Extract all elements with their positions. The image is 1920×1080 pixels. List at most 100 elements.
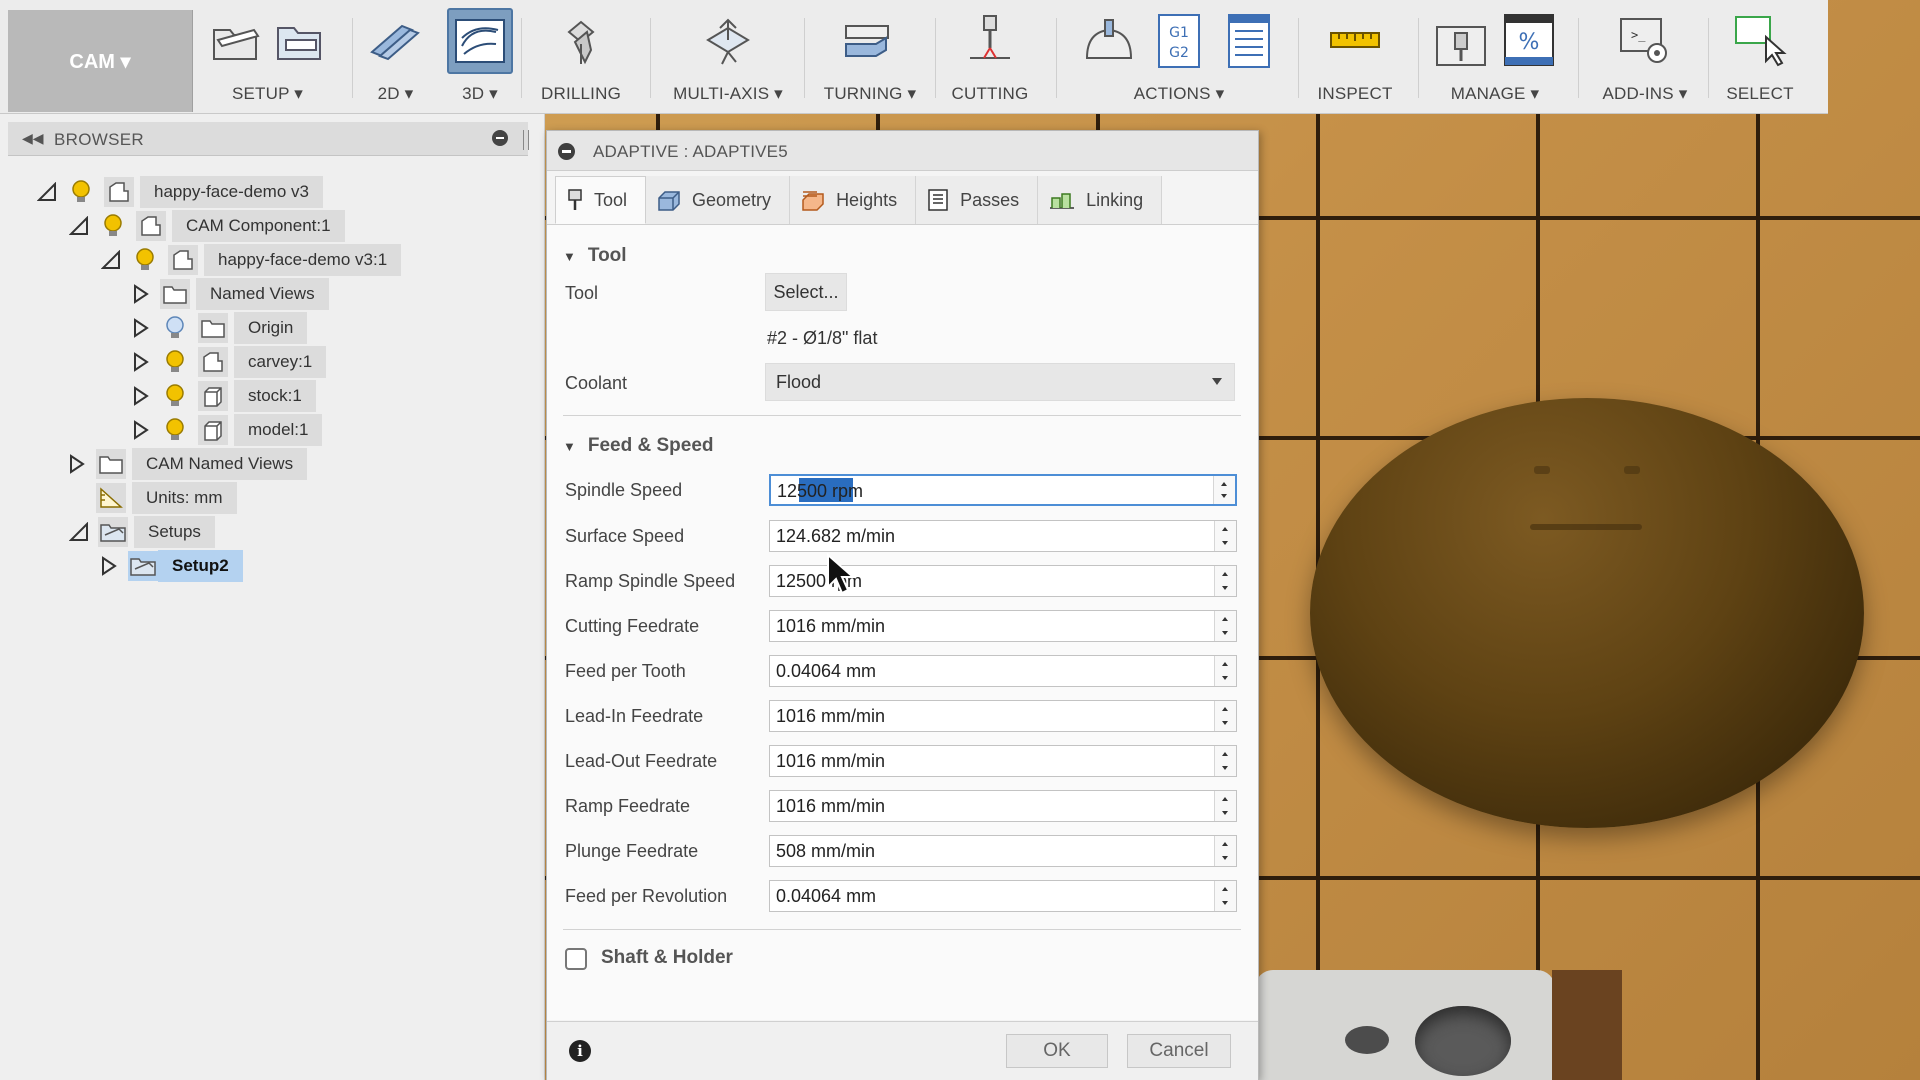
post-library-icon[interactable]: % [1501,13,1557,69]
tree-item-setup2[interactable]: Setup2 [98,549,243,583]
tab-tool[interactable]: Tool [555,176,647,224]
tab-linking[interactable]: Linking [1038,176,1163,224]
tree-collapsed-icon[interactable] [130,317,152,339]
lightbulb-icon[interactable] [160,347,190,377]
inspect-group[interactable]: INSPECT [1310,8,1400,112]
feed-per-tooth-input[interactable]: 0.04064 mm [769,655,1237,687]
ok-button[interactable]: OK [1006,1034,1108,1068]
happy-face-model[interactable] [1310,398,1864,828]
drilling-group[interactable]: DRILLING [532,8,630,112]
turning-icon[interactable] [842,13,898,69]
tree-item-units[interactable]: Units: mm [96,481,237,515]
lead-out-feedrate-input[interactable]: 1016 mm/min [769,745,1237,777]
spinner-arrows-icon[interactable] [1214,521,1236,551]
tab-passes[interactable]: Passes [916,176,1039,224]
tree-expanded-icon[interactable] [100,249,122,271]
dialog-body: ▼ Tool Tool Select... #2 - Ø1/8" flat Co… [547,224,1258,1020]
tool-select-button[interactable]: Select... [765,273,847,311]
cancel-button[interactable]: Cancel [1127,1034,1231,1068]
scripts-addins-icon[interactable]: >_ [1617,13,1673,69]
stock-hole-large [1415,1006,1511,1076]
tree-collapsed-icon[interactable] [98,555,120,577]
simulate-icon[interactable] [1081,13,1137,69]
tab-geometry[interactable]: Geometry [646,176,791,224]
multiaxis-group[interactable]: MULTI-AXIS ▾ [664,8,792,112]
lightbulb-icon[interactable] [98,211,128,241]
tree-collapsed-icon[interactable] [130,385,152,407]
turning-group[interactable]: TURNING ▾ [820,8,920,112]
lightbulb-icon[interactable] [160,381,190,411]
spinner-arrows-icon[interactable] [1214,701,1236,731]
feed-speed-section-header[interactable]: ▼ Feed & Speed [563,435,714,457]
tab-heights[interactable]: Heights [790,176,917,224]
new-setup-icon[interactable] [208,13,264,69]
info-icon[interactable]: i [569,1040,591,1062]
setup-sheet-icon[interactable] [1221,13,1277,69]
collapse-browser-icon[interactable]: ◀◀ [22,130,44,147]
spinner-arrows-icon[interactable] [1214,566,1236,596]
section-collapse-icon[interactable]: ▼ [563,439,576,454]
workspace-switcher[interactable]: CAM ▾ [8,10,193,112]
shaft-holder-checkbox[interactable] [565,948,587,970]
tool-section-header[interactable]: ▼ Tool [563,245,627,267]
spinner-arrows-icon[interactable] [1214,791,1236,821]
tree-collapsed-icon[interactable] [130,351,152,373]
addins-group[interactable]: >_ ADD-INS ▾ [1590,8,1700,112]
3d-group[interactable]: 3D ▾ [445,8,515,112]
setup-group[interactable]: SETUP ▾ [205,8,330,112]
plunge-feedrate-input[interactable]: 508 mm/min [769,835,1237,867]
spindle-speed-input[interactable]: 12500 rpm [769,474,1237,506]
spinner-arrows-icon[interactable] [1213,476,1235,504]
lead-in-feedrate-input[interactable]: 1016 mm/min [769,700,1237,732]
tree-collapsed-icon[interactable] [66,453,88,475]
tree-item-cam-named-views[interactable]: CAM Named Views [66,447,308,481]
tree-item-model[interactable]: model:1 [130,413,323,447]
spinner-arrows-icon[interactable] [1214,746,1236,776]
tree-expanded-icon[interactable] [68,521,90,543]
drill-icon[interactable] [553,13,609,69]
post-process-icon[interactable]: G1 G2 [1151,13,1207,69]
tree-collapsed-icon[interactable] [130,419,152,441]
setup-folder-icon[interactable] [272,13,328,69]
2d-group[interactable]: 2D ▾ [363,8,428,112]
dialog-collapse-icon[interactable] [558,143,575,160]
lightbulb-icon[interactable] [130,245,160,275]
spinner-arrows-icon[interactable] [1214,656,1236,686]
tree-item-happy-face-demo-v3-1[interactable]: happy-face-demo v3:1 [100,243,402,277]
tree-item-carvey[interactable]: carvey:1 [130,345,327,379]
tree-collapsed-icon[interactable] [130,283,152,305]
lightbulb-off-icon[interactable] [160,313,190,343]
ramp-feedrate-input[interactable]: 1016 mm/min [769,790,1237,822]
tree-item-origin[interactable]: Origin [130,311,308,345]
select-group[interactable]: SELECT [1718,8,1802,112]
lightbulb-icon[interactable] [66,177,96,207]
tree-item-setups[interactable]: Setups [68,515,215,549]
cutting-group[interactable]: CUTTING [948,8,1032,112]
feed-per-revolution-input[interactable]: 0.04064 mm [769,880,1237,912]
browser-minimize-icon[interactable] [492,130,508,146]
lightbulb-icon[interactable] [160,415,190,445]
browser-pin-icon[interactable] [523,130,529,150]
tree-item-stock[interactable]: stock:1 [130,379,316,413]
2d-adaptive-icon[interactable] [368,13,424,69]
select-cursor-icon[interactable] [1732,13,1788,69]
tree-item-named-views[interactable]: Named Views [130,277,329,311]
spinner-arrows-icon[interactable] [1214,611,1236,641]
coolant-dropdown[interactable]: Flood [765,363,1235,401]
cutting-icon[interactable] [962,13,1018,69]
cutting-feedrate-input[interactable]: 1016 mm/min [769,610,1237,642]
section-collapse-icon[interactable]: ▼ [563,249,576,264]
spinner-arrows-icon[interactable] [1214,881,1236,911]
tree-item-cam-component[interactable]: CAM Component:1 [68,209,345,243]
surface-speed-input[interactable]: 124.682 m/min [769,520,1237,552]
multiaxis-icon[interactable] [700,13,756,69]
actions-group[interactable]: G1 G2 ACTIONS ▾ [1070,8,1288,112]
manage-group[interactable]: % MANAGE ▾ [1428,8,1562,112]
tree-item-happy-face-demo-v3[interactable]: happy-face-demo v3 [36,175,323,209]
tool-library-icon[interactable] [1433,13,1489,69]
tree-expanded-icon[interactable] [68,215,90,237]
measure-icon[interactable] [1327,13,1383,69]
spinner-arrows-icon[interactable] [1214,836,1236,866]
tree-expanded-icon[interactable] [36,181,58,203]
3d-adaptive-icon[interactable] [447,8,513,74]
